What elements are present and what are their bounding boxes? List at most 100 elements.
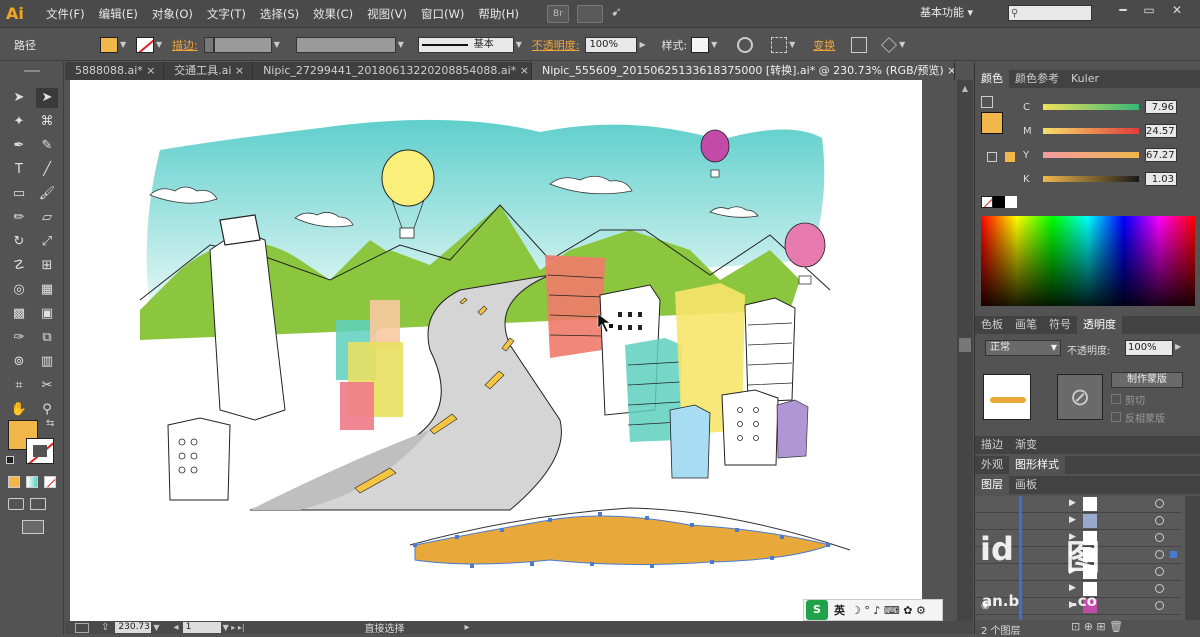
- close-tab-icon[interactable]: ×: [235, 64, 244, 77]
- artboard[interactable]: [70, 80, 922, 621]
- profile-dropdown-icon[interactable]: ▼: [398, 37, 408, 53]
- layers-footer-icons[interactable]: ⊡ ⊕ ⊞ 🗑: [1071, 620, 1123, 633]
- zoom-tool-icon[interactable]: ⚲: [36, 400, 58, 420]
- layer-target-icon[interactable]: [1155, 584, 1164, 593]
- blend-tool-icon[interactable]: ⧉: [36, 328, 58, 348]
- tab-stroke[interactable]: 描边: [975, 436, 1009, 454]
- fill-dropdown-icon[interactable]: ▼: [120, 37, 130, 53]
- pencil-tool-icon[interactable]: ✏: [8, 208, 30, 228]
- menu-help[interactable]: 帮助(H): [478, 6, 519, 22]
- close-window-button[interactable]: ✕: [1166, 3, 1188, 21]
- expand-arrow-icon[interactable]: ▶: [1069, 498, 1076, 508]
- first-artboard-icon[interactable]: ◂: [174, 622, 179, 633]
- status-menu-icon[interactable]: ▸: [465, 622, 470, 633]
- perspective-grid-tool-icon[interactable]: ▦: [36, 280, 58, 300]
- help-search-input[interactable]: ⚲: [1008, 5, 1092, 21]
- layer-target-icon[interactable]: [1155, 533, 1164, 542]
- paintbrush-tool-icon[interactable]: 🖌: [36, 184, 58, 204]
- opacity-panel-link[interactable]: 不透明度:: [532, 37, 580, 53]
- yellow-value[interactable]: 67.27: [1145, 148, 1177, 162]
- tab-transparency[interactable]: 透明度: [1077, 316, 1122, 334]
- blend-mode-select[interactable]: 正常 ▼: [985, 340, 1061, 356]
- menu-file[interactable]: 文件(F): [46, 6, 85, 22]
- clip-icon[interactable]: [881, 36, 898, 53]
- close-tab-icon[interactable]: ×: [146, 64, 155, 77]
- tab-document-3[interactable]: Nipic_27299441_20180613220208854088.ai* …: [253, 62, 532, 80]
- color-spectrum[interactable]: [981, 216, 1195, 306]
- layer-row[interactable]: ▶: [975, 513, 1181, 530]
- cyan-value[interactable]: 7.96: [1145, 100, 1177, 114]
- draw-behind-icon[interactable]: [30, 498, 46, 510]
- menu-object[interactable]: 对象(O): [152, 6, 193, 22]
- magic-wand-tool-icon[interactable]: ✦: [8, 112, 30, 132]
- vertical-scrollbar[interactable]: ▲: [957, 80, 973, 621]
- none-color-icon[interactable]: [981, 196, 993, 208]
- style-dropdown-icon[interactable]: ▼: [711, 37, 721, 53]
- tab-document-active[interactable]: Nipic_555609_20150625133618375000 [转换].a…: [531, 62, 955, 80]
- default-colors-icon[interactable]: [6, 456, 14, 464]
- slider-magenta[interactable]: M 24.57: [1023, 122, 1199, 140]
- layers-scrollbar[interactable]: [1185, 496, 1200, 620]
- magenta-value[interactable]: 24.57: [1145, 124, 1177, 138]
- tab-document-2[interactable]: 交通工具.ai ×: [164, 62, 254, 80]
- tab-graphic-styles[interactable]: 图形样式: [1009, 456, 1065, 474]
- stroke-weight-field[interactable]: [213, 36, 272, 53]
- curvature-tool-icon[interactable]: ✎: [36, 136, 58, 156]
- stroke-weight-dropdown-icon[interactable]: ▼: [274, 37, 284, 53]
- selection-tool-icon[interactable]: ➤: [8, 88, 30, 108]
- fill-color-swatch[interactable]: [100, 36, 118, 53]
- arrange-documents-icon[interactable]: [576, 4, 603, 23]
- menu-type[interactable]: 文字(T): [207, 6, 246, 22]
- white-color-icon[interactable]: [1005, 196, 1017, 208]
- black-color-icon[interactable]: [993, 196, 1005, 208]
- tab-layers[interactable]: 图层: [975, 476, 1009, 494]
- opacity-slider-icon[interactable]: ▶: [1175, 342, 1181, 351]
- isolate-object-icon[interactable]: [851, 36, 868, 53]
- brush-dropdown-icon[interactable]: ▼: [516, 37, 526, 53]
- column-graph-tool-icon[interactable]: ▥: [36, 352, 58, 372]
- artboard-tool-icon[interactable]: ⌗: [8, 376, 30, 396]
- tab-brushes[interactable]: 画笔: [1009, 316, 1043, 334]
- selected-art-indicator[interactable]: [1170, 551, 1177, 558]
- gradient-tool-icon[interactable]: ▣: [36, 304, 58, 324]
- tab-symbols[interactable]: 符号: [1043, 316, 1077, 334]
- gpu-performance-icon[interactable]: ➹: [611, 5, 633, 23]
- color-mode-icon[interactable]: [8, 476, 20, 488]
- tab-kuler[interactable]: Kuler: [1065, 70, 1105, 88]
- warp-tool-icon[interactable]: ☡: [8, 256, 30, 276]
- menu-effect[interactable]: 效果(C): [313, 6, 353, 22]
- canvas-area[interactable]: [65, 80, 957, 621]
- invert-mask-checkbox[interactable]: [1111, 412, 1121, 422]
- lasso-tool-icon[interactable]: ⌘: [36, 112, 58, 132]
- gradient-mode-icon[interactable]: [26, 476, 38, 488]
- selected-ground-shape[interactable]: [414, 515, 832, 566]
- zoom-dropdown-icon[interactable]: ▼: [153, 623, 159, 632]
- black-value[interactable]: 1.03: [1145, 172, 1177, 186]
- menu-select[interactable]: 选择(S): [260, 6, 299, 22]
- gamut-swatch[interactable]: [1005, 152, 1015, 162]
- direct-selection-tool-icon[interactable]: ➤: [36, 88, 58, 108]
- slider-yellow[interactable]: Y 67.27: [1023, 146, 1199, 164]
- slice-tool-icon[interactable]: ✂: [36, 376, 58, 396]
- line-segment-tool-icon[interactable]: ╱: [36, 160, 58, 180]
- tab-gradient[interactable]: 渐变: [1009, 436, 1043, 454]
- tab-document-1[interactable]: 5888088.ai* ×: [65, 62, 165, 80]
- opacity-arrow-icon[interactable]: ▶: [639, 37, 649, 53]
- none-mode-icon[interactable]: [44, 476, 56, 488]
- ime-language[interactable]: 英: [834, 602, 845, 618]
- clip-checkbox[interactable]: [1111, 394, 1121, 404]
- more-options-dropdown-icon[interactable]: ▼: [899, 37, 909, 53]
- tab-color[interactable]: 颜色: [975, 70, 1009, 88]
- mesh-tool-icon[interactable]: ▩: [8, 304, 30, 324]
- rotate-tool-icon[interactable]: ↻: [8, 232, 30, 252]
- close-tab-icon[interactable]: ×: [520, 64, 529, 77]
- variable-width-profile[interactable]: [295, 36, 396, 53]
- bridge-button[interactable]: Br: [546, 4, 569, 23]
- slider-black[interactable]: K 1.03: [1023, 170, 1199, 188]
- free-transform-tool-icon[interactable]: ⊞: [36, 256, 58, 276]
- menu-window[interactable]: 窗口(W): [421, 6, 464, 22]
- ime-toolbar[interactable]: S 英 ☽ ° ♪ ⌨ ✿ ⚙: [803, 599, 943, 621]
- screen-mode-icon[interactable]: [22, 520, 44, 534]
- artboard-number-field[interactable]: 1: [182, 622, 221, 633]
- expand-arrow-icon[interactable]: ▶: [1069, 515, 1076, 525]
